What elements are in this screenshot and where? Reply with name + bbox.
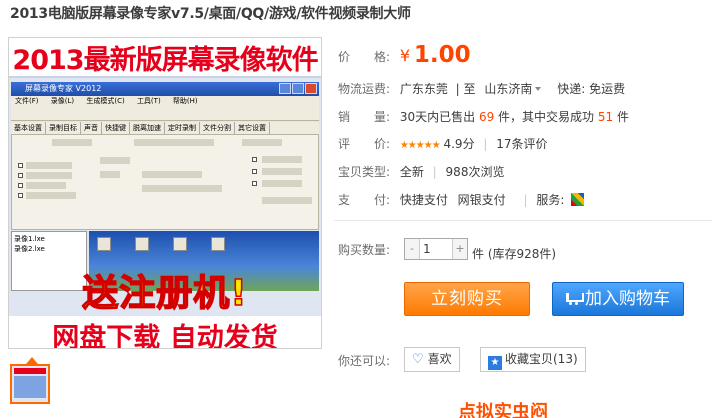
app-tab: 脱离加速 <box>130 122 165 134</box>
rating-score: 4.9分 <box>443 137 475 151</box>
add-to-cart-label: 加入购物车 <box>585 289 670 309</box>
payment-method-bank[interactable]: 网银支付 <box>458 193 506 207</box>
bottom-promo: 网盘下载 自动发货 <box>9 316 321 348</box>
quantity-plus-button[interactable]: + <box>453 239 467 259</box>
app-tab: 录制目标 <box>46 122 81 134</box>
app-menu-item: 文件(F) <box>15 97 39 105</box>
type-label: 宝贝类型: <box>338 165 391 179</box>
thumbnail-pointer-icon <box>26 357 38 364</box>
review-count-link[interactable]: 17条评价 <box>496 137 547 151</box>
app-tab: 文件分割 <box>200 122 235 134</box>
cart-icon <box>566 292 584 305</box>
app-tab: 基本设置 <box>11 122 46 134</box>
app-toolbar <box>11 107 319 121</box>
favorites-label: 你还可以: <box>338 354 391 368</box>
overlay-promo-text: 送注册机! <box>9 264 321 315</box>
quantity-label: 购买数量: <box>338 243 391 257</box>
quantity-unit: 件 <box>472 247 485 261</box>
like-label: 喜欢 <box>427 352 452 366</box>
product-info: 价 格: ¥ 1.00 物流运费: 广东东莞 | 至 山东济南 快递: 免运费 … <box>334 0 712 418</box>
price-label: 价 格: <box>338 50 391 64</box>
app-tab: 快捷键 <box>102 122 130 134</box>
payment-method-quick[interactable]: 快捷支付 <box>400 193 448 207</box>
like-button[interactable]: ♡ 喜欢 <box>404 347 460 372</box>
service-label: 服务: <box>536 193 565 207</box>
payment-label: 支 付: <box>338 193 391 207</box>
quantity-stepper: - 1 + <box>404 238 468 260</box>
app-menu-item: 录像(L) <box>50 97 75 105</box>
software-screenshot: 2013最新版屏幕录像软件 屏幕录像专家 V2012 文件(F) 录像(L) 生… <box>9 38 321 348</box>
sold-count: 69 <box>478 110 495 124</box>
add-to-cart-button[interactable]: 加入购物车 <box>552 282 684 316</box>
image-banner: 2013最新版屏幕录像软件 <box>9 38 321 78</box>
heart-icon: ♡ <box>412 352 424 367</box>
quantity-minus-button[interactable]: - <box>405 239 419 259</box>
shipping-label: 物流运费: <box>338 82 391 96</box>
shipping-method: 快递: 免运费 <box>557 82 626 96</box>
item-condition: 全新 <box>399 165 424 179</box>
recording-list-item: 录像2.lxe <box>14 245 45 253</box>
app-settings-panel <box>11 134 319 230</box>
divider <box>334 220 712 221</box>
price-row: 价 格: ¥ 1.00 <box>338 42 471 68</box>
promo-heading-cutoff: 点拟实虫闷 <box>458 402 548 418</box>
stock-count: (库存928件) <box>487 247 557 261</box>
rating-row: 评 价: ★★★★★ 4.9分 | 17条评价 <box>338 137 548 151</box>
sales-label: 销 量: <box>338 110 391 124</box>
app-menu-item: 生成模式(C) <box>86 97 125 105</box>
app-window-title: 屏幕录像专家 V2012 <box>25 84 102 93</box>
recording-list-item: 录像1.lxe <box>14 235 45 243</box>
currency-symbol: ¥ <box>399 46 411 65</box>
shipping-to-sep: 至 <box>463 82 476 96</box>
payment-row: 支 付: 快捷支付 网银支付 | 服务: <box>338 191 585 208</box>
rating-stars-icon: ★★★★★ <box>399 140 441 151</box>
collect-button[interactable]: ★ 收藏宝贝(13) <box>480 347 586 372</box>
sales-mid: 件，其中交易成功 <box>498 110 595 124</box>
buy-now-button[interactable]: 立刻购买 <box>404 282 530 316</box>
sales-row: 销 量: 30天内已售出 69 件，其中交易成功 51 件 <box>338 108 629 125</box>
app-window-titlebar: 屏幕录像专家 V2012 <box>11 82 319 96</box>
type-row: 宝贝类型: 全新 | 988次浏览 <box>338 165 505 179</box>
rating-label: 评 价: <box>338 137 391 151</box>
app-menu-item: 工具(T) <box>136 97 161 105</box>
app-tab: 定时录制 <box>165 122 200 134</box>
favorites-row: 你还可以: <box>338 352 396 369</box>
app-tab: 声音 <box>81 122 102 134</box>
quantity-row: 购买数量: <box>338 241 396 258</box>
image-banner-text: 2013最新版屏幕录像软件 <box>12 44 318 76</box>
shipping-row: 物流运费: 广东东莞 | 至 山东济南 快递: 免运费 <box>338 82 626 96</box>
thumbnail-image[interactable] <box>10 364 50 404</box>
overlay-promo-label: 送注册机! <box>82 272 248 315</box>
star-icon: ★ <box>488 356 502 370</box>
sales-prefix: 30天内已售出 <box>399 110 476 124</box>
success-count: 51 <box>597 110 614 124</box>
main-product-image[interactable]: 2013最新版屏幕录像软件 屏幕录像专家 V2012 文件(F) 录像(L) 生… <box>8 37 322 349</box>
collect-label: 收藏宝贝(13) <box>505 352 578 366</box>
stock-info: 件 (库存928件) <box>472 245 556 262</box>
shipping-from: 广东东莞 <box>399 82 448 96</box>
sales-suffix: 件 <box>617 110 630 124</box>
quantity-input[interactable]: 1 <box>419 239 453 259</box>
product-page: 2013电脑版屏幕录像专家v7.5/桌面/QQ/游戏/软件视频录制大师 2013… <box>0 0 712 418</box>
window-controls <box>279 83 317 94</box>
chevron-down-icon <box>535 87 542 91</box>
bottom-promo-label: 网盘下载 自动发货 <box>52 323 278 349</box>
app-menubar: 文件(F) 录像(L) 生成模式(C) 工具(T) 帮助(H) <box>11 96 319 107</box>
shipping-destination[interactable]: 山东济南 <box>484 82 532 96</box>
view-count: 988次浏览 <box>445 165 505 179</box>
app-menu-item: 帮助(H) <box>172 97 198 105</box>
app-tab: 其它设置 <box>235 122 270 134</box>
price-value: 1.00 <box>413 42 471 68</box>
service-badge-icon[interactable] <box>571 193 585 206</box>
app-tabs: 基本设置 录制目标 声音 快捷键 脱离加速 定时录制 文件分割 其它设置 <box>11 122 319 134</box>
